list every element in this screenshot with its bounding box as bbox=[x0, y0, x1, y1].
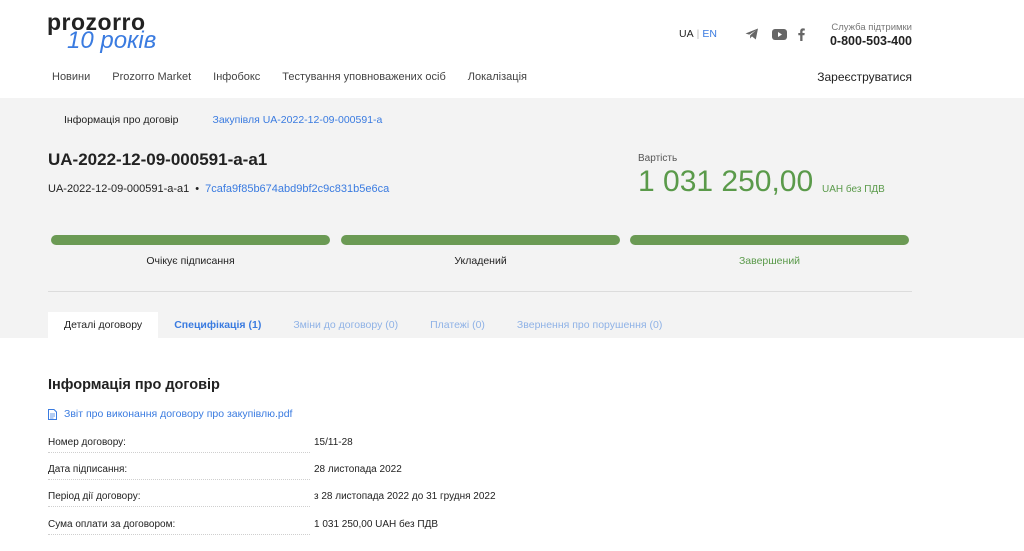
status-bar-completed bbox=[630, 235, 909, 245]
nav-prozorro-market[interactable]: Prozorro Market bbox=[112, 71, 191, 83]
contract-identifiers: UA-2022-12-09-000591-a-a1 • 7cafa9f85b674a… bbox=[48, 183, 389, 195]
logo-anniversary: 10 років bbox=[67, 27, 157, 54]
info-key: Період дії договору: bbox=[48, 491, 141, 502]
section-title: Інформація про договір bbox=[48, 377, 220, 393]
status-label-awaiting-signing: Очікує підписання bbox=[146, 255, 235, 267]
breadcrumb: Інформація про договір Закупівля UA-2022… bbox=[64, 114, 382, 126]
lang-separator: | bbox=[696, 28, 700, 40]
cost-label: Вартість bbox=[638, 153, 678, 164]
lang-en[interactable]: EN bbox=[702, 28, 717, 40]
dotted-leader bbox=[48, 479, 310, 480]
dotted-leader bbox=[48, 452, 310, 453]
prozorro-logo[interactable]: prozorro 10 років bbox=[47, 10, 167, 54]
separator-dot: • bbox=[195, 183, 200, 195]
page-title: UA-2022-12-09-000591-a-a1 bbox=[48, 150, 268, 169]
cost-unit: UAH без ПДВ bbox=[822, 184, 885, 195]
contract-id: UA-2022-12-09-000591-a-a1 bbox=[48, 183, 190, 195]
tab-contract-details[interactable]: Деталі договору bbox=[48, 312, 159, 338]
support-label: Служба підтримки bbox=[831, 22, 912, 33]
dotted-leader bbox=[48, 506, 310, 507]
lang-ua[interactable]: UA bbox=[679, 28, 694, 40]
contract-hash-link[interactable]: 7cafa9f85b674abd9bf2c9c831b5e6ca bbox=[205, 183, 389, 195]
tab-payments[interactable]: Платежі (0) bbox=[414, 312, 501, 338]
document-icon bbox=[48, 408, 57, 420]
cost-value: 1 031 250,00 bbox=[638, 165, 814, 198]
contract-tabs: Деталі договору Специфікація (1) Зміни д… bbox=[48, 312, 678, 338]
facebook-icon[interactable] bbox=[798, 26, 805, 42]
breadcrumb-current: Інформація про договір bbox=[64, 114, 179, 126]
nav-testing[interactable]: Тестування уповноважених осіб bbox=[282, 71, 445, 83]
nav-news[interactable]: Новини bbox=[52, 71, 90, 83]
document-link-label: Звіт про виконання договору про закупівл… bbox=[64, 408, 293, 420]
youtube-icon[interactable] bbox=[772, 26, 787, 42]
tab-specification[interactable]: Специфікація (1) bbox=[158, 312, 277, 338]
breadcrumb-tender-link[interactable]: Закупівля UA-2022-12-09-000591-a bbox=[212, 114, 382, 126]
support-phone[interactable]: 0-800-503-400 bbox=[830, 34, 912, 48]
status-bar-awaiting-signing bbox=[51, 235, 330, 245]
dotted-leader bbox=[48, 534, 310, 535]
info-key: Номер договору: bbox=[48, 437, 126, 448]
tab-contract-changes[interactable]: Зміни до договору (0) bbox=[277, 312, 414, 338]
nav-infobox[interactable]: Інфобокс bbox=[213, 71, 260, 83]
register-link[interactable]: Зареєструватися bbox=[817, 70, 912, 84]
divider bbox=[48, 291, 912, 292]
site-header: prozorro 10 років UA | EN Служба підтримки… bbox=[0, 0, 1024, 98]
language-switcher: UA | EN bbox=[679, 28, 717, 40]
document-link[interactable]: Звіт про виконання договору про закупівл… bbox=[48, 408, 292, 420]
status-bar-concluded bbox=[341, 235, 620, 245]
support-block: Служба підтримки 0-800-503-400 bbox=[830, 22, 912, 48]
info-value: 15/11-28 bbox=[314, 437, 353, 448]
nav-localization[interactable]: Локалізація bbox=[468, 71, 527, 83]
contract-summary-panel: Інформація про договір Закупівля UA-2022… bbox=[0, 98, 1024, 338]
status-label-completed: Завершений bbox=[738, 255, 801, 267]
info-value: з 28 листопада 2022 до 31 грудня 2022 bbox=[314, 491, 496, 502]
status-label-concluded: Укладений bbox=[454, 255, 507, 267]
tab-complaints[interactable]: Звернення про порушення (0) bbox=[501, 312, 678, 338]
info-value: 28 листопада 2022 bbox=[314, 464, 402, 475]
info-value: 1 031 250,00 UAH без ПДВ bbox=[314, 519, 439, 530]
info-key: Сума оплати за договором: bbox=[48, 519, 176, 530]
telegram-icon[interactable] bbox=[745, 26, 759, 42]
main-nav: Новини Prozorro Market Інфобокс Тестуван… bbox=[52, 71, 549, 83]
info-key: Дата підписання: bbox=[48, 464, 128, 475]
